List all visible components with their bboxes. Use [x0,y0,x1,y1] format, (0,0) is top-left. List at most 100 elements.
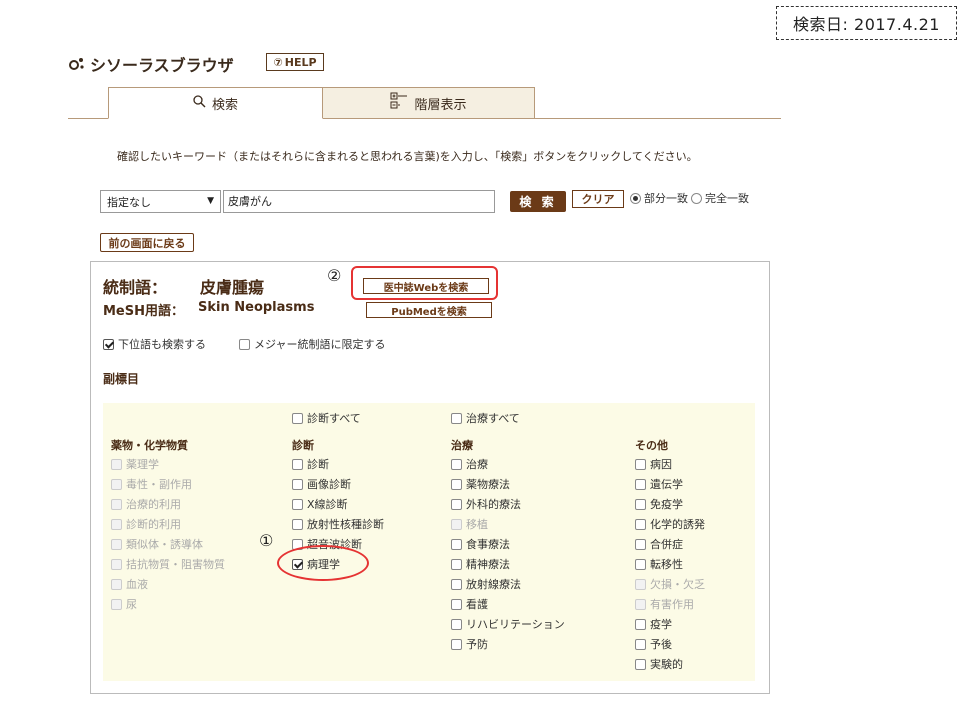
subheading-item: 転移性 [635,557,683,571]
subheading-checkbox[interactable] [451,598,462,610]
subheading-label: 欠損・欠乏 [650,578,705,591]
subheading-item: 画像診断 [292,477,351,491]
subheading-item: 血液 [111,577,148,591]
include-lower-checkbox[interactable] [103,338,114,350]
include-lower-label: 下位語も検索する [118,338,206,351]
exact-match-radio[interactable] [691,192,702,204]
subheading-item: 有害作用 [635,597,694,611]
subheading-label: 血液 [126,578,148,591]
field-select[interactable]: 指定なし ▼ [100,190,221,213]
subheading-checkbox[interactable] [292,458,303,470]
subheading-label: 毒性・副作用 [126,478,192,491]
subheading-item: 食事療法 [451,537,510,551]
subheading-checkbox[interactable] [451,638,462,650]
subheading-checkbox[interactable] [451,558,462,570]
subheading-item: 看護 [451,597,488,611]
magnifier-icon [193,94,206,112]
app-title-text: シソーラスブラウザ [90,56,234,75]
partial-match-radio[interactable] [630,192,641,204]
diagnosis-all-label: 診断すべて [307,412,361,425]
subheading-item: 診断 [292,457,329,471]
subheading-item: 免疫学 [635,497,683,511]
subheading-item: 合併症 [635,537,683,551]
subheading-checkbox[interactable] [451,578,462,590]
subheading-checkbox [111,458,122,470]
subheading-checkbox[interactable] [292,518,303,530]
subheading-label: 尿 [126,598,137,611]
subheading-checkbox[interactable] [635,498,646,510]
subheading-item: 放射性核種診断 [292,517,384,531]
subheading-label: 外科的療法 [466,498,521,511]
subheading-checkbox[interactable] [451,538,462,550]
subheading-item: リハビリテーション [451,617,565,631]
subheading-label: 予防 [466,638,488,651]
subheading-label: 看護 [466,598,488,611]
subheading-checkbox[interactable] [635,558,646,570]
subheading-item: 尿 [111,597,137,611]
subheading-label: 拮抗物質・阻害物質 [126,558,225,571]
subheading-label: 予後 [650,638,672,651]
subheading-checkbox [111,558,122,570]
subheading-item: 薬理学 [111,457,159,471]
subheading-checkbox[interactable] [292,498,303,510]
clear-button[interactable]: クリア [572,190,624,208]
help-button[interactable]: ⑦ HELP [266,53,324,71]
subheading-label: 画像診断 [307,478,351,491]
subheading-item: 疫学 [635,617,672,631]
exact-match-label: 完全一致 [705,192,749,205]
subheading-label: 治療的利用 [126,498,181,511]
subheading-checkbox[interactable] [451,498,462,510]
subheading-checkbox [111,478,122,490]
controlled-term-label: 統制語： [103,278,168,297]
subheading-checkbox[interactable] [292,478,303,490]
app-title: シソーラスブラウザ [68,52,234,76]
include-lower-option: 下位語も検索する [103,336,206,352]
subheading-checkbox [111,578,122,590]
major-only-checkbox[interactable] [239,338,250,350]
diagnosis-all-checkbox[interactable] [292,412,303,424]
subheading-label: 化学的誘発 [650,518,705,531]
subheading-checkbox [111,518,122,530]
subheading-checkbox[interactable] [451,618,462,630]
col-head-other: その他 [635,439,668,452]
tree-icon [390,92,408,114]
subheading-item: X線診断 [292,497,348,511]
instruction-text: 確認したいキーワード（またはそれらに含まれると思われる言葉)を入力し、「検索」ボ… [117,150,698,163]
subheading-label: 薬理学 [126,458,159,471]
subheading-label: 類似体・誘導体 [126,538,203,551]
subheading-label: リハビリテーション [466,618,565,631]
subheading-label: 移植 [466,518,488,531]
question-circle-icon: ⑦ [273,55,283,69]
subheading-label: 放射線療法 [466,578,521,591]
back-button[interactable]: 前の画面に戻る [100,233,194,252]
subheading-checkbox[interactable] [635,538,646,550]
subheading-item: 移植 [451,517,488,531]
subheading-label: X線診断 [307,498,348,511]
subheading-item: 予防 [451,637,488,651]
subheading-checkbox[interactable] [635,618,646,630]
major-only-label: メジャー統制語に限定する [254,338,386,351]
subheading-label: 実験的 [650,658,683,671]
subheading-checkbox[interactable] [635,478,646,490]
search-button[interactable]: 検 索 [510,191,566,212]
subheading-label: 薬物療法 [466,478,510,491]
subheading-label: 免疫学 [650,498,683,511]
pubmed-search-button[interactable]: PubMedを検索 [366,302,492,318]
tab-search[interactable]: 検索 [108,87,323,119]
subheading-label: 精神療法 [466,558,510,571]
col-head-treatment: 治療 [451,439,473,452]
treatment-all-label: 治療すべて [466,412,520,425]
subheading-checkbox[interactable] [635,658,646,670]
subheading-checkbox[interactable] [635,458,646,470]
tab-hierarchy[interactable]: 階層表示 [323,87,535,119]
subheading-checkbox[interactable] [635,638,646,650]
subheading-item: 病因 [635,457,672,471]
search-date-label: 検索日: 2017.4.21 [776,6,957,40]
subheading-checkbox[interactable] [635,518,646,530]
treatment-all-checkbox[interactable] [451,412,462,424]
subheading-checkbox[interactable] [451,478,462,490]
subheading-checkbox[interactable] [451,458,462,470]
keyword-input[interactable]: 皮膚がん [223,190,495,213]
controlled-term-value: 皮膚腫瘍 [200,278,265,297]
subheading-item: 予後 [635,637,672,651]
